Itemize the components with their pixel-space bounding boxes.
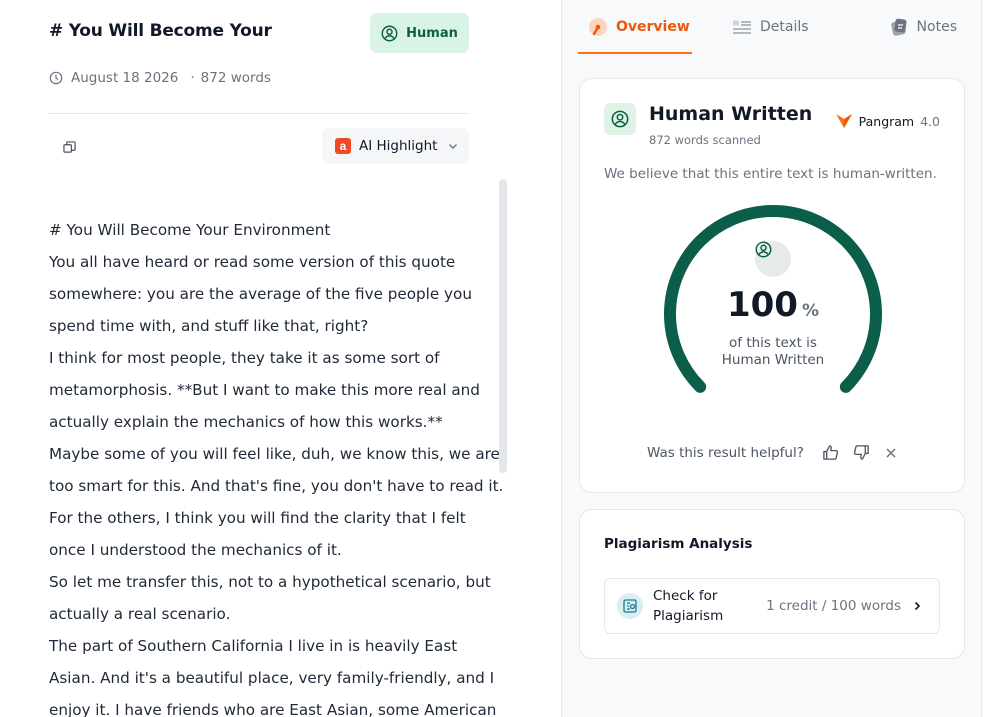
document-line: spend time with, and stuff like that, ri… bbox=[49, 317, 369, 335]
plagiarism-scan-icon bbox=[617, 593, 643, 619]
thumbs-down-icon[interactable] bbox=[853, 444, 870, 461]
document-line: somewhere: you are the average of the fi… bbox=[49, 285, 472, 303]
header-divider bbox=[49, 113, 469, 114]
tab-notes[interactable]: Notes bbox=[889, 0, 957, 54]
sidebar-tabs: Overview Details Notes bbox=[578, 0, 968, 54]
document-line: metamorphosis. **But I want to make this… bbox=[49, 381, 480, 399]
tab-notes-label: Notes bbox=[916, 19, 957, 35]
human-result-icon bbox=[604, 103, 636, 135]
score-unit: % bbox=[801, 301, 820, 321]
tab-details-label: Details bbox=[760, 19, 809, 35]
document-line: So let me transfer this, not to a hypoth… bbox=[49, 573, 491, 591]
plagiarism-title: Plagiarism Analysis bbox=[604, 536, 753, 552]
model-badge: Pangram 4.0 bbox=[835, 112, 940, 130]
result-description: We believe that this entire text is huma… bbox=[604, 166, 937, 182]
document-line: I think for most people, they take it as… bbox=[49, 349, 440, 367]
detection-result-card: Human Written 872 words scanned Pangram … bbox=[579, 78, 965, 493]
tab-overview[interactable]: Overview bbox=[578, 0, 692, 54]
check-plagiarism-button[interactable]: Check for Plagiarism 1 credit / 100 word… bbox=[604, 578, 940, 634]
document-line: enjoy it. I have friends who are East As… bbox=[49, 701, 497, 717]
chevron-right-icon bbox=[911, 600, 923, 612]
document-line: Asian. And it's a beautiful place, very … bbox=[49, 669, 495, 687]
ai-highlight-logo-icon: a bbox=[335, 138, 351, 154]
model-version: 4.0 bbox=[920, 113, 940, 129]
copy-icon bbox=[62, 140, 76, 154]
analysis-sidebar: Overview Details Notes Human Written 872… bbox=[561, 0, 982, 717]
document-word-count: 872 words bbox=[200, 70, 271, 86]
document-line: once I understood the mechanics of it. bbox=[49, 541, 342, 559]
gauge-icon bbox=[588, 17, 608, 37]
feedback-row: Was this result helpful? bbox=[647, 444, 898, 461]
clock-icon bbox=[49, 71, 63, 85]
score-number: 100 bbox=[726, 285, 798, 325]
notes-icon bbox=[889, 17, 909, 37]
document-line: For the others, I think you will find th… bbox=[49, 509, 466, 527]
copy-button[interactable] bbox=[58, 136, 80, 158]
document-scrollbar[interactable] bbox=[499, 179, 507, 473]
score-caption-line2: Human Written bbox=[721, 352, 825, 368]
tab-overview-label: Overview bbox=[616, 19, 690, 35]
tab-details[interactable]: Details bbox=[732, 0, 809, 54]
human-score-gauge: 100% of this text is Human Written bbox=[660, 201, 886, 411]
document-line: actually a real scenario. bbox=[49, 605, 231, 623]
score-caption: of this text is Human Written bbox=[660, 335, 886, 369]
score-value: 100% bbox=[660, 285, 886, 325]
human-badge-label: Human bbox=[406, 25, 458, 41]
human-badge[interactable]: Human bbox=[370, 13, 469, 53]
list-icon bbox=[732, 19, 752, 35]
result-title: Human Written bbox=[649, 103, 813, 125]
check-plagiarism-label: Check for Plagiarism bbox=[653, 588, 724, 624]
thumbs-up-icon[interactable] bbox=[822, 444, 839, 461]
document-line: actually explain the mechanics of how th… bbox=[49, 413, 443, 431]
meta-separator: · bbox=[190, 70, 195, 86]
plagiarism-credit-cost: 1 credit / 100 words bbox=[766, 598, 901, 614]
ai-highlight-label: AI Highlight bbox=[359, 138, 438, 154]
chevron-down-icon bbox=[447, 140, 459, 152]
feedback-question: Was this result helpful? bbox=[647, 444, 804, 461]
document-line: The part of Southern California I live i… bbox=[49, 637, 458, 655]
pangram-logo-icon bbox=[835, 112, 853, 130]
window-edge-divider bbox=[981, 0, 982, 717]
plagiarism-card: Plagiarism Analysis Check for Plagiarism… bbox=[579, 509, 965, 659]
close-icon[interactable] bbox=[884, 446, 898, 460]
document-meta: August 18 2026 · 872 words bbox=[49, 70, 271, 86]
score-caption-line1: of this text is bbox=[729, 335, 817, 351]
gauge-user-icon bbox=[755, 241, 791, 277]
document-line: # You Will Become Your Environment bbox=[49, 221, 331, 239]
document-date: August 18 2026 bbox=[71, 70, 179, 86]
user-circle-icon bbox=[381, 25, 398, 42]
document-line: You all have heard or read some version … bbox=[49, 253, 456, 271]
document-title: # You Will Become Your bbox=[49, 21, 272, 41]
document-pane: # You Will Become Your Human August 18 2… bbox=[0, 0, 532, 717]
document-body: # You Will Become Your Environment You a… bbox=[49, 214, 504, 717]
document-line: Maybe some of you will feel like, duh, w… bbox=[49, 445, 500, 463]
words-scanned: 872 words scanned bbox=[649, 133, 761, 147]
model-name: Pangram bbox=[858, 113, 915, 129]
ai-highlight-select[interactable]: a AI Highlight bbox=[322, 128, 469, 164]
document-line: too smart for this. And that's fine, you… bbox=[49, 477, 504, 495]
